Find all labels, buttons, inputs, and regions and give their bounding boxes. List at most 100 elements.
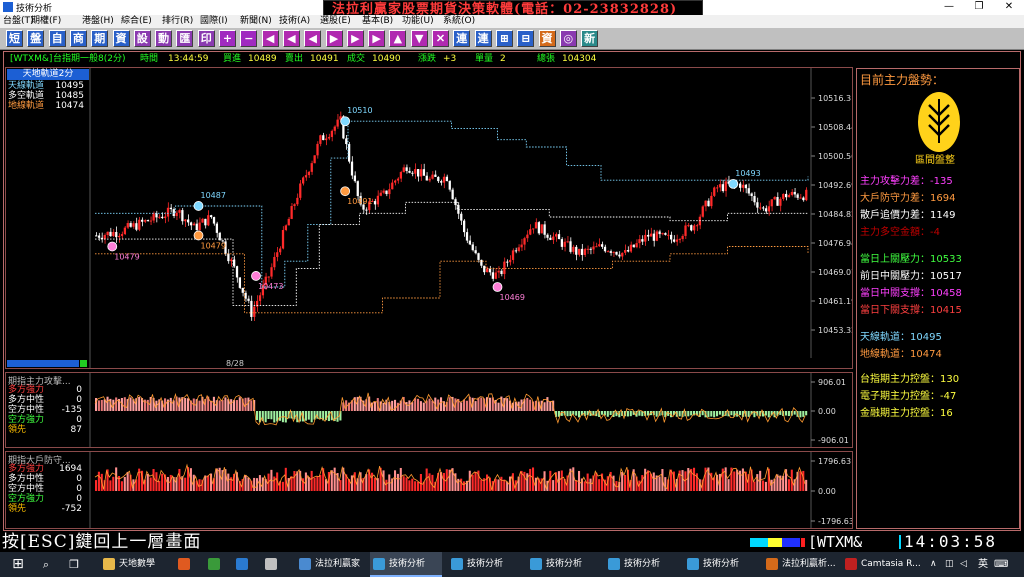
- toolbar-button-19[interactable]: ▼: [410, 30, 428, 47]
- search-icon[interactable]: ⌕: [38, 552, 54, 577]
- indicator-bar: [764, 481, 767, 491]
- close-icon[interactable]: ✕: [994, 0, 1024, 15]
- defense-histogram[interactable]: 1796.63 0.00 -1796.63: [6, 452, 852, 528]
- maximize-icon[interactable]: ❐: [964, 0, 994, 15]
- indicator-bar: [647, 470, 650, 491]
- toolbar-button-10[interactable]: +: [219, 30, 236, 47]
- start-button[interactable]: ⊞: [8, 552, 28, 577]
- candle-body: [557, 234, 561, 240]
- window-title: 技術分析: [16, 4, 53, 14]
- candle-body: [215, 223, 219, 233]
- taskbar-app-11[interactable]: 法拉利贏析...: [763, 552, 836, 577]
- tray-chevron-icon[interactable]: ∧: [930, 552, 937, 577]
- indicator-bar: [465, 400, 468, 411]
- toolbar-button-11[interactable]: −: [240, 30, 258, 47]
- indicator-bar: [644, 468, 647, 491]
- taskbar-app-1[interactable]: [175, 552, 194, 577]
- menu-item-1[interactable]: 期權(F): [31, 15, 61, 28]
- candle-body: [750, 193, 753, 197]
- toolbar-button-12[interactable]: ◀: [261, 30, 279, 47]
- toolbar-button-0[interactable]: 短: [6, 30, 23, 47]
- toolbar-button-6[interactable]: 設: [133, 30, 151, 47]
- taskbar-app-label: 技術分析: [703, 559, 740, 569]
- taskbar-app-7[interactable]: 技術分析: [448, 552, 520, 577]
- toolbar-button-3[interactable]: 商: [69, 30, 87, 47]
- indicator-bar: [638, 411, 641, 416]
- scroll-thumb[interactable]: [80, 360, 87, 367]
- side-logo-caption: 區間盤整: [915, 155, 955, 166]
- taskbar-app-2[interactable]: [205, 552, 224, 577]
- toolbar-button-23[interactable]: ⊞: [495, 30, 513, 47]
- candle-body: [601, 244, 604, 247]
- candle-body: [152, 213, 155, 221]
- taskbar-app-9[interactable]: 技術分析: [605, 552, 677, 577]
- y-tick-label: 10492.69: [818, 181, 852, 190]
- attack-histogram[interactable]: 906.01 0.00 -906.01: [6, 373, 852, 447]
- indicator-bar: [733, 471, 736, 491]
- candle-body: [503, 261, 506, 275]
- price-marker-label: 10510: [347, 106, 372, 115]
- toolbar-button-2[interactable]: 自: [48, 30, 66, 47]
- candle-body: [739, 183, 742, 188]
- toolbar-button-26[interactable]: ◎: [559, 30, 577, 47]
- toolbar-button-15[interactable]: ▶: [325, 30, 343, 47]
- menu-item-9[interactable]: 基本(B): [362, 15, 393, 28]
- tray-network-icon[interactable]: ◫: [945, 552, 954, 577]
- minimize-icon[interactable]: —: [934, 0, 964, 15]
- toolbar-button-4[interactable]: 期: [91, 30, 109, 47]
- menu-item-6[interactable]: 新聞(N): [240, 15, 272, 28]
- taskbar-app-5[interactable]: 法拉利贏家: [296, 552, 368, 577]
- menu-item-8[interactable]: 選股(E): [320, 15, 351, 28]
- menu-item-0[interactable]: 台盤(T): [3, 15, 34, 28]
- toolbar-button-18[interactable]: ▲: [389, 30, 407, 47]
- menu-item-11[interactable]: 系統(O): [443, 15, 475, 28]
- taskbar-app-10[interactable]: 技術分析: [684, 552, 756, 577]
- indicator-bar: [273, 411, 276, 423]
- tray-keyboard-icon[interactable]: ⌨: [994, 552, 1008, 577]
- candle-body: [701, 206, 704, 217]
- toolbar-button-14[interactable]: ◀: [304, 30, 322, 47]
- toolbar-button-21[interactable]: 連: [453, 30, 471, 47]
- toolbar-button-22[interactable]: 連: [474, 30, 492, 47]
- panel3-legend-value: 0: [76, 484, 82, 494]
- toolbar-button-1[interactable]: 盤: [27, 30, 45, 47]
- taskbar-app-8[interactable]: 技術分析: [527, 552, 599, 577]
- toolbar-button-25[interactable]: 資: [538, 30, 556, 47]
- menu-item-10[interactable]: 功能(U): [402, 15, 434, 28]
- task-view-icon[interactable]: ❐: [66, 552, 82, 577]
- toolbar-button-16[interactable]: ▶: [346, 30, 364, 47]
- taskbar-app-12[interactable]: Camtasia R...: [842, 552, 921, 577]
- toolbar-button-17[interactable]: ▶: [368, 30, 386, 47]
- toolbar-button-5[interactable]: 資: [112, 30, 130, 47]
- indicator-bar: [97, 400, 100, 411]
- menu-item-3[interactable]: 綜合(E): [121, 15, 152, 28]
- panel2-legend-row: 多方中性 0: [8, 395, 86, 405]
- indicator-bar: [207, 475, 210, 491]
- candle-body: [411, 172, 414, 174]
- taskbar-app-0[interactable]: 天地數學: [100, 552, 172, 577]
- scroll-indicator[interactable]: [7, 360, 79, 367]
- menu-item-2[interactable]: 港盤(H): [82, 15, 114, 28]
- indicator-bar: [126, 471, 129, 491]
- toolbar-button-9[interactable]: 印: [197, 30, 215, 47]
- taskbar-app-6[interactable]: 技術分析: [370, 552, 442, 577]
- toolbar-button-24[interactable]: ⊟: [517, 30, 535, 47]
- menu-item-4[interactable]: 排行(R): [162, 15, 193, 28]
- toolbar-button-7[interactable]: 動: [155, 30, 173, 47]
- toolbar-button-20[interactable]: ✕: [432, 30, 449, 47]
- menu-item-5[interactable]: 國際(I): [200, 15, 228, 28]
- indicator-bar: [339, 480, 342, 491]
- ime-indicator[interactable]: 英: [978, 552, 988, 577]
- toolbar-button-13[interactable]: ◀: [282, 30, 300, 47]
- toolbar-button-8[interactable]: 匯: [176, 30, 194, 47]
- taskbar-app-4[interactable]: [262, 552, 281, 577]
- candle-body: [276, 252, 279, 257]
- price-marker-icon: [251, 271, 261, 281]
- indicator-bar: [238, 397, 241, 411]
- candle-body: [572, 246, 575, 252]
- tray-volume-icon[interactable]: ◁: [960, 552, 967, 577]
- taskbar-app-3[interactable]: [233, 552, 252, 577]
- menu-item-7[interactable]: 技術(A): [279, 15, 310, 28]
- toolbar-button-27[interactable]: 新: [581, 30, 599, 47]
- candlestick-chart[interactable]: 10516.31 10508.44 10500.56 10492.69 10484.82…: [6, 68, 852, 368]
